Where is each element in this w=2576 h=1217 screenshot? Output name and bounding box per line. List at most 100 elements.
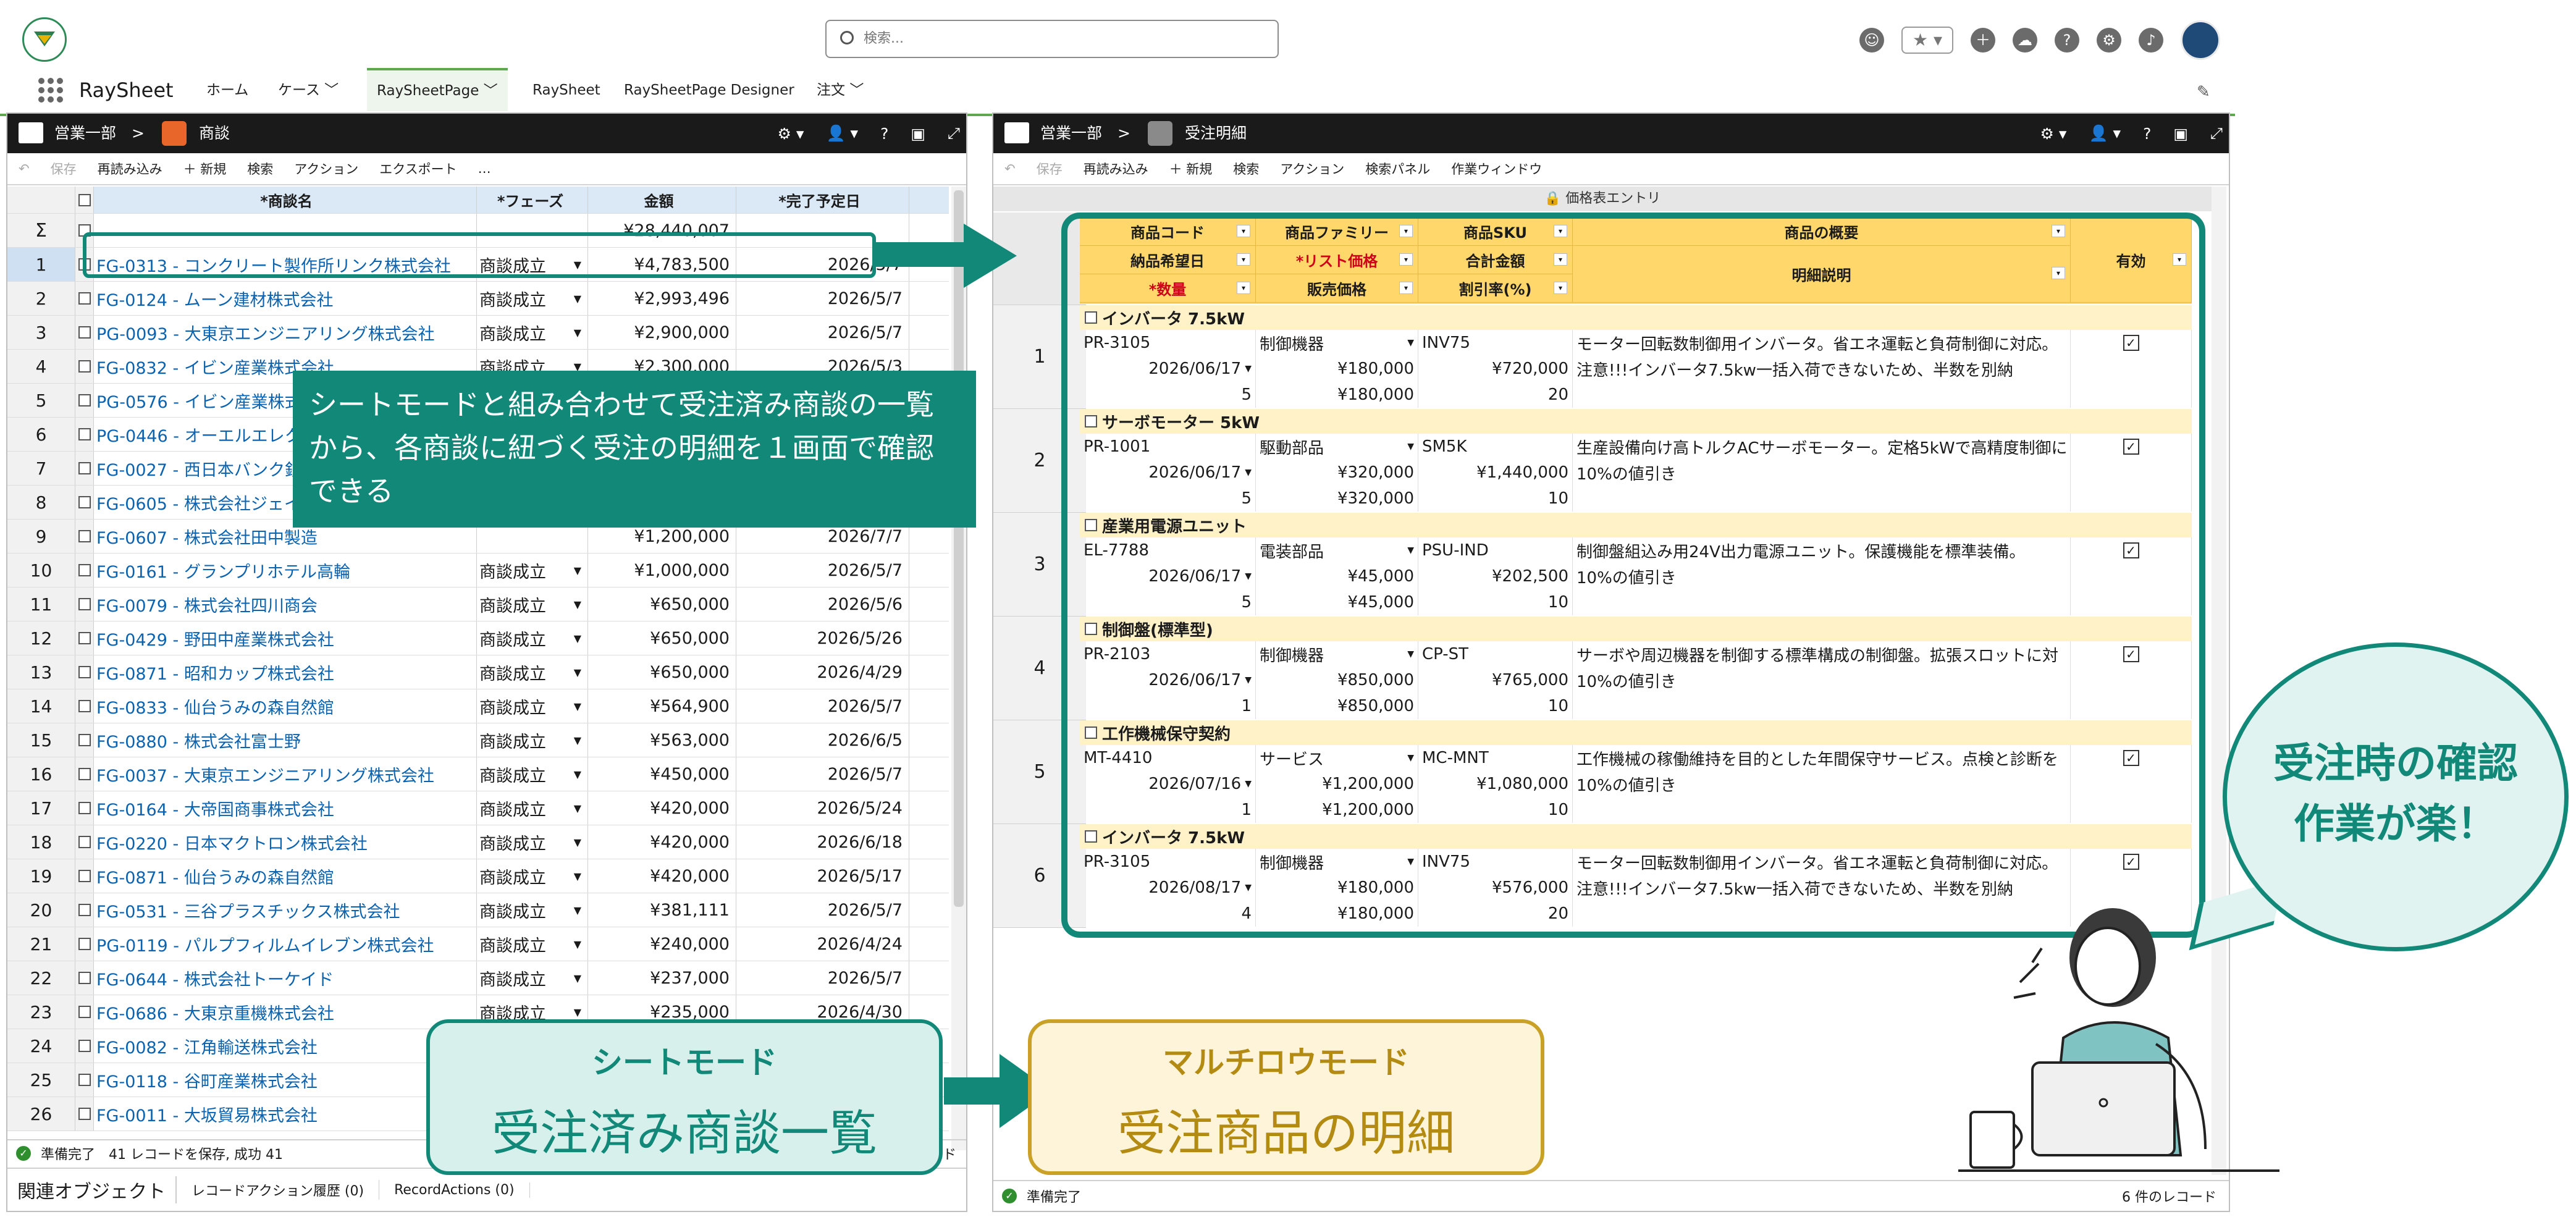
row-checkbox[interactable]	[75, 961, 94, 995]
tab-record-actions[interactable]: RecordActions (0)	[379, 1182, 530, 1198]
table-row[interactable]: 19 FG-0871 - 仙台うみの森自然館 商談成立 ▼ ¥420,000 2026/5…	[7, 859, 949, 893]
phase-select[interactable]: 商談成立 ▼	[477, 859, 588, 893]
opportunity-link[interactable]: FG-0164 - 大帝国商事株式会社	[94, 791, 477, 825]
app-launcher-icon[interactable]	[38, 78, 63, 103]
date-cell[interactable]: 2026/5/7	[736, 757, 909, 791]
col-amount[interactable]: 金額	[588, 187, 736, 213]
amount-cell[interactable]: ¥420,000	[588, 791, 736, 825]
table-row[interactable]: 17 FG-0164 - 大帝国商事株式会社 商談成立 ▼ ¥420,000 2026/5…	[7, 791, 949, 825]
help-icon[interactable]: ?	[880, 125, 888, 143]
amount-cell[interactable]: ¥564,900	[588, 689, 736, 723]
date-cell[interactable]: 2026/5/7	[736, 316, 909, 349]
save-button[interactable]: 保存	[51, 159, 77, 178]
row-checkbox[interactable]	[75, 1097, 94, 1131]
phase-select[interactable]: 商談成立 ▼	[477, 689, 588, 723]
row-checkbox[interactable]	[75, 418, 94, 451]
date-cell[interactable]: 2026/5/7	[736, 961, 909, 995]
opportunity-link[interactable]: FG-0880 - 株式会社富士野	[94, 723, 477, 757]
table-row[interactable]: 21 PG-0119 - パルプフィルムイレブン株式会社 商談成立 ▼ ¥240,000…	[7, 927, 949, 961]
nav-designer[interactable]: RaySheetPage Designer	[624, 77, 794, 104]
nav-case[interactable]: ケース ﹀	[278, 77, 339, 104]
table-row[interactable]: 22 FG-0644 - 株式会社トーケイド 商談成立 ▼ ¥237,000 2026/5…	[7, 961, 949, 995]
phase-select[interactable]: 商談成立 ▼	[477, 757, 588, 791]
window-icon[interactable]: ▣	[911, 125, 925, 143]
search-button[interactable]: 検索	[1233, 159, 1259, 178]
gear-icon[interactable]: ⚙ ▾	[2040, 125, 2067, 143]
phase-select[interactable]: 商談成立 ▼	[477, 791, 588, 825]
help-icon[interactable]: ?	[2055, 28, 2079, 53]
date-cell[interactable]: 2026/5/17	[736, 859, 909, 893]
row-checkbox[interactable]	[75, 791, 94, 825]
amount-cell[interactable]: ¥2,900,000	[588, 316, 736, 349]
row-checkbox[interactable]	[75, 927, 94, 961]
col-date[interactable]: *完了予定日	[736, 187, 909, 213]
phase-select[interactable]: 商談成立 ▼	[477, 587, 588, 621]
nav-raysheet[interactable]: RaySheet	[532, 77, 600, 104]
help-icon[interactable]: ?	[2143, 125, 2151, 143]
tab-record-action-history[interactable]: レコードアクション履歴 (0)	[177, 1180, 380, 1200]
amount-cell[interactable]: ¥420,000	[588, 859, 736, 893]
opportunity-link[interactable]: FG-0429 - 野田中産業株式会社	[94, 621, 477, 655]
phase-select[interactable]: 商談成立 ▼	[477, 893, 588, 927]
action-button[interactable]: アクション	[1280, 159, 1344, 178]
row-checkbox[interactable]	[75, 757, 94, 791]
opportunity-link[interactable]: FG-0082 - 江角輸送株式会社	[94, 1029, 477, 1063]
avatar[interactable]	[2181, 20, 2220, 60]
row-checkbox[interactable]	[75, 554, 94, 587]
phase-select[interactable]: 商談成立 ▼	[477, 723, 588, 757]
amount-cell[interactable]: ¥650,000	[588, 621, 736, 655]
nav-order[interactable]: 注文 ﹀	[817, 77, 864, 104]
phase-select[interactable]: 商談成立 ▼	[477, 282, 588, 315]
amount-cell[interactable]: ¥1,000,000	[588, 554, 736, 587]
opportunity-link[interactable]: FG-0079 - 株式会社四川商会	[94, 587, 477, 621]
table-row[interactable]: 3 PG-0093 - 大東京エンジニアリング株式会社 商談成立 ▼ ¥2,900,00…	[7, 316, 949, 350]
row-checkbox[interactable]	[75, 486, 94, 519]
left-scrollbar[interactable]	[951, 187, 966, 1150]
search-panel-button[interactable]: 検索パネル	[1365, 159, 1430, 178]
date-cell[interactable]: 2026/5/24	[736, 791, 909, 825]
breadcrumb-1[interactable]: 営業一部	[1040, 124, 1102, 142]
table-row[interactable]: 15 FG-0880 - 株式会社富士野 商談成立 ▼ ¥563,000 2026/6/5	[7, 723, 949, 757]
date-cell[interactable]: 2026/5/7	[736, 893, 909, 927]
date-cell[interactable]: 2026/5/7	[736, 689, 909, 723]
action-button[interactable]: アクション	[294, 159, 358, 178]
amount-cell[interactable]: ¥420,000	[588, 825, 736, 859]
agent-icon[interactable]: ☺	[1859, 28, 1884, 53]
row-checkbox[interactable]	[75, 1063, 94, 1097]
phase-select[interactable]: 商談成立 ▼	[477, 554, 588, 587]
favorites-button[interactable]: ★ ▾	[1901, 27, 1953, 54]
amount-cell[interactable]: ¥650,000	[588, 587, 736, 621]
opportunity-link[interactable]: FG-0124 - ムーン建材株式会社	[94, 282, 477, 315]
amount-cell[interactable]: ¥450,000	[588, 757, 736, 791]
date-cell[interactable]: 2026/5/26	[736, 621, 909, 655]
table-row[interactable]: 12 FG-0429 - 野田中産業株式会社 商談成立 ▼ ¥650,000 2026/5…	[7, 621, 949, 655]
undo-icon[interactable]: ↶	[19, 161, 30, 176]
opportunity-link[interactable]: PG-0093 - 大東京エンジニアリング株式会社	[94, 316, 477, 349]
table-row[interactable]: 11 FG-0079 - 株式会社四川商会 商談成立 ▼ ¥650,000 2026/5/…	[7, 587, 949, 621]
row-checkbox[interactable]	[75, 384, 94, 417]
table-row[interactable]: 18 FG-0220 - 日本マクトロン株式会社 商談成立 ▼ ¥420,000 2026…	[7, 825, 949, 859]
phase-select[interactable]: 商談成立 ▼	[477, 621, 588, 655]
edit-nav-icon[interactable]: ✎	[2197, 83, 2210, 101]
more-button[interactable]: …	[478, 161, 491, 176]
gear-icon[interactable]: ⚙ ▾	[778, 125, 804, 143]
date-cell[interactable]: 2026/4/29	[736, 655, 909, 689]
row-checkbox[interactable]	[75, 316, 94, 349]
amount-cell[interactable]: ¥650,000	[588, 655, 736, 689]
trailhead-icon[interactable]: ☁	[2013, 28, 2037, 53]
table-row[interactable]: 10 FG-0161 - グランプリホテル高輪 商談成立 ▼ ¥1,000,000 202…	[7, 554, 949, 587]
col-name[interactable]: *商談名	[94, 187, 477, 213]
opportunity-link[interactable]: FG-0871 - 昭和カップ株式会社	[94, 655, 477, 689]
opportunity-link[interactable]: FG-0037 - 大東京エンジニアリング株式会社	[94, 757, 477, 791]
new-button[interactable]: ＋ 新規	[183, 159, 227, 178]
amount-cell[interactable]: ¥240,000	[588, 927, 736, 961]
row-checkbox[interactable]	[75, 587, 94, 621]
amount-cell[interactable]: ¥237,000	[588, 961, 736, 995]
bell-icon[interactable]: ♪	[2139, 28, 2163, 53]
row-checkbox[interactable]	[75, 689, 94, 723]
opportunity-link[interactable]: FG-0686 - 大東京重機株式会社	[94, 995, 477, 1029]
amount-cell[interactable]: ¥381,111	[588, 893, 736, 927]
opportunity-link[interactable]: FG-0644 - 株式会社トーケイド	[94, 961, 477, 995]
row-checkbox[interactable]	[75, 825, 94, 859]
export-button[interactable]: エクスポート	[379, 159, 457, 178]
